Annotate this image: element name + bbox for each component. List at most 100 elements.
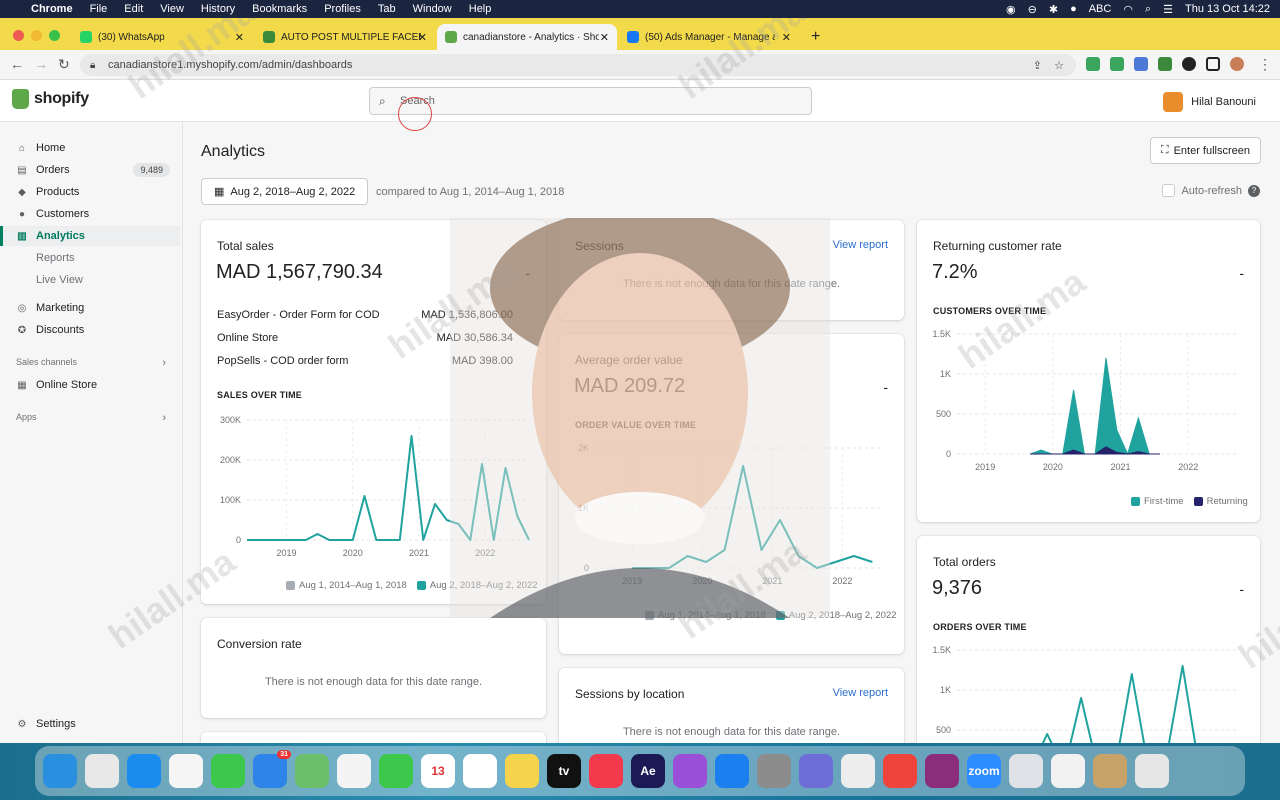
- dock-maps-icon[interactable]: [295, 754, 329, 788]
- sidebar-item-discounts[interactable]: ✪ Discounts: [0, 320, 180, 340]
- wifi-icon[interactable]: ◠: [1123, 3, 1133, 16]
- dock-calendar-icon[interactable]: 13: [421, 754, 455, 788]
- sidebar-item-home[interactable]: ⌂ Home: [0, 138, 180, 158]
- close-tab-icon[interactable]: ✕: [418, 31, 427, 44]
- dock-after-effects-icon[interactable]: Ae: [631, 754, 665, 788]
- dock-podcasts-icon[interactable]: [673, 754, 707, 788]
- close-window-button[interactable]: [13, 30, 24, 41]
- record-icon[interactable]: ◉: [1006, 3, 1016, 16]
- menu-bookmarks[interactable]: Bookmarks: [252, 3, 307, 15]
- sidebar-item-online-store[interactable]: ▦ Online Store: [0, 375, 180, 395]
- dock-app-store-icon[interactable]: [715, 754, 749, 788]
- auto-refresh[interactable]: Auto-refresh?: [1162, 184, 1260, 197]
- puzzle-icon[interactable]: [1182, 57, 1196, 71]
- menu-history[interactable]: History: [201, 3, 235, 15]
- dock-settings-icon[interactable]: [757, 754, 791, 788]
- search-input[interactable]: ⌕ Search: [369, 87, 812, 115]
- tab-whatsapp[interactable]: (30) WhatsApp ✕: [72, 24, 252, 50]
- dock-facetime-icon[interactable]: [379, 754, 413, 788]
- sidebar-toggle-icon[interactable]: [1206, 57, 1220, 71]
- menu-profiles[interactable]: Profiles: [324, 3, 361, 15]
- dock-trash-icon[interactable]: [1135, 754, 1169, 788]
- reload-icon[interactable]: ↻: [58, 56, 70, 73]
- date-range-button[interactable]: ▦ Aug 2, 2018–Aug 2, 2022: [201, 178, 369, 205]
- dock-zoom-icon[interactable]: zoom: [967, 754, 1001, 788]
- dock-reminders-icon[interactable]: [463, 754, 497, 788]
- user-icon[interactable]: ●: [1070, 3, 1077, 15]
- shopify-logo[interactable]: shopify: [12, 89, 89, 109]
- dock-chrome-icon[interactable]: [169, 754, 203, 788]
- whatsapp-icon: [80, 31, 92, 43]
- apps-header[interactable]: Apps ›: [16, 412, 166, 424]
- dock-photos-icon[interactable]: [337, 754, 371, 788]
- dock-script-icon[interactable]: [841, 754, 875, 788]
- user-menu[interactable]: Hilal Banouni: [1163, 92, 1256, 112]
- sidebar-item-analytics[interactable]: ▥ Analytics: [0, 226, 180, 246]
- menu-help[interactable]: Help: [469, 3, 492, 15]
- stop-icon[interactable]: ⊖: [1028, 3, 1037, 16]
- help-icon[interactable]: ?: [1248, 184, 1260, 197]
- profile-avatar[interactable]: [1230, 57, 1244, 71]
- translate-icon[interactable]: [1134, 57, 1148, 71]
- close-tab-icon[interactable]: ✕: [600, 31, 609, 44]
- more-menu-icon[interactable]: ⋮: [1258, 56, 1272, 73]
- view-report-link[interactable]: View report: [833, 239, 888, 251]
- view-report-link[interactable]: View report: [833, 687, 888, 699]
- control-center-icon[interactable]: ☰: [1163, 3, 1173, 16]
- sidebar-item-customers[interactable]: ● Customers: [0, 204, 180, 224]
- clock[interactable]: Thu 13 Oct 14:22: [1185, 3, 1270, 15]
- shield-extension-icon[interactable]: [1086, 57, 1100, 71]
- dock-tv-icon[interactable]: tv: [547, 754, 581, 788]
- x-tick-label: 2021: [1111, 462, 1131, 472]
- dock-preview-icon[interactable]: [1093, 754, 1127, 788]
- dock-notes-icon[interactable]: [505, 754, 539, 788]
- menu-tab[interactable]: Tab: [378, 3, 396, 15]
- enter-fullscreen-button[interactable]: ⛶ Enter fullscreen: [1149, 137, 1261, 164]
- close-tab-icon[interactable]: ✕: [235, 31, 244, 44]
- dock-disk-icon[interactable]: [1009, 754, 1043, 788]
- sidebar-item-products[interactable]: ◆ Products: [0, 182, 180, 202]
- sidebar-item-orders[interactable]: ▤ Orders 9,489: [0, 160, 180, 180]
- menu-chrome[interactable]: Chrome: [31, 3, 73, 15]
- dock-winrar-icon[interactable]: [925, 754, 959, 788]
- dock-finder-icon[interactable]: [43, 754, 77, 788]
- minimize-window-button[interactable]: [31, 30, 42, 41]
- auto-refresh-checkbox[interactable]: [1162, 184, 1176, 197]
- menu-edit[interactable]: Edit: [124, 3, 143, 15]
- dock-launchpad-icon[interactable]: [85, 754, 119, 788]
- back-icon[interactable]: ←: [10, 56, 24, 72]
- spotlight-icon[interactable]: ⌕: [1145, 3, 1151, 16]
- bookmark-star-icon[interactable]: ☆: [1054, 59, 1064, 72]
- url-text: canadianstore1.myshopify.com/admin/dashb…: [108, 59, 353, 71]
- url-field[interactable]: 🔒︎ canadianstore1.myshopify.com/admin/da…: [80, 54, 1076, 76]
- sales-channels-header[interactable]: Sales channels ›: [16, 357, 166, 369]
- menu-view[interactable]: View: [160, 3, 184, 15]
- dock-messages-icon[interactable]: [211, 754, 245, 788]
- sidebar-item-live-view[interactable]: Live View: [0, 270, 180, 290]
- zoom-window-button[interactable]: [49, 30, 60, 41]
- keyboard-input[interactable]: ABC: [1089, 3, 1112, 15]
- tab-ads-manager[interactable]: (50) Ads Manager - Manage ad ✕: [619, 24, 799, 50]
- dock-screenshot-icon[interactable]: [799, 754, 833, 788]
- dock-mail-icon[interactable]: 31: [253, 750, 291, 788]
- chevron-right-icon[interactable]: ›: [162, 357, 166, 369]
- frog-extension-icon[interactable]: [1158, 57, 1172, 71]
- new-tab-button[interactable]: +: [803, 24, 831, 50]
- dock-anydesk-icon[interactable]: [883, 754, 917, 788]
- tab-autopost[interactable]: AUTO POST MULTIPLE FACEBO ✕: [255, 24, 435, 50]
- extension-icon[interactable]: [1110, 57, 1124, 71]
- close-tab-icon[interactable]: ✕: [782, 31, 791, 44]
- chevron-right-icon[interactable]: ›: [162, 412, 166, 424]
- bluetooth-icon[interactable]: ✱: [1049, 3, 1058, 16]
- sidebar-item-settings[interactable]: ⚙ Settings: [0, 714, 180, 734]
- menu-file[interactable]: File: [90, 3, 108, 15]
- menu-window[interactable]: Window: [413, 3, 452, 15]
- forward-icon[interactable]: →: [34, 56, 48, 72]
- sidebar-item-reports[interactable]: Reports: [0, 248, 180, 268]
- dock-safari-icon[interactable]: [127, 754, 161, 788]
- share-icon[interactable]: ⇪: [1033, 59, 1042, 72]
- dock-music-icon[interactable]: [589, 754, 623, 788]
- dock-window-icon[interactable]: [1051, 754, 1085, 788]
- tab-analytics[interactable]: canadianstore - Analytics · Sho ✕: [437, 24, 617, 50]
- sidebar-item-marketing[interactable]: ◎ Marketing: [0, 298, 180, 318]
